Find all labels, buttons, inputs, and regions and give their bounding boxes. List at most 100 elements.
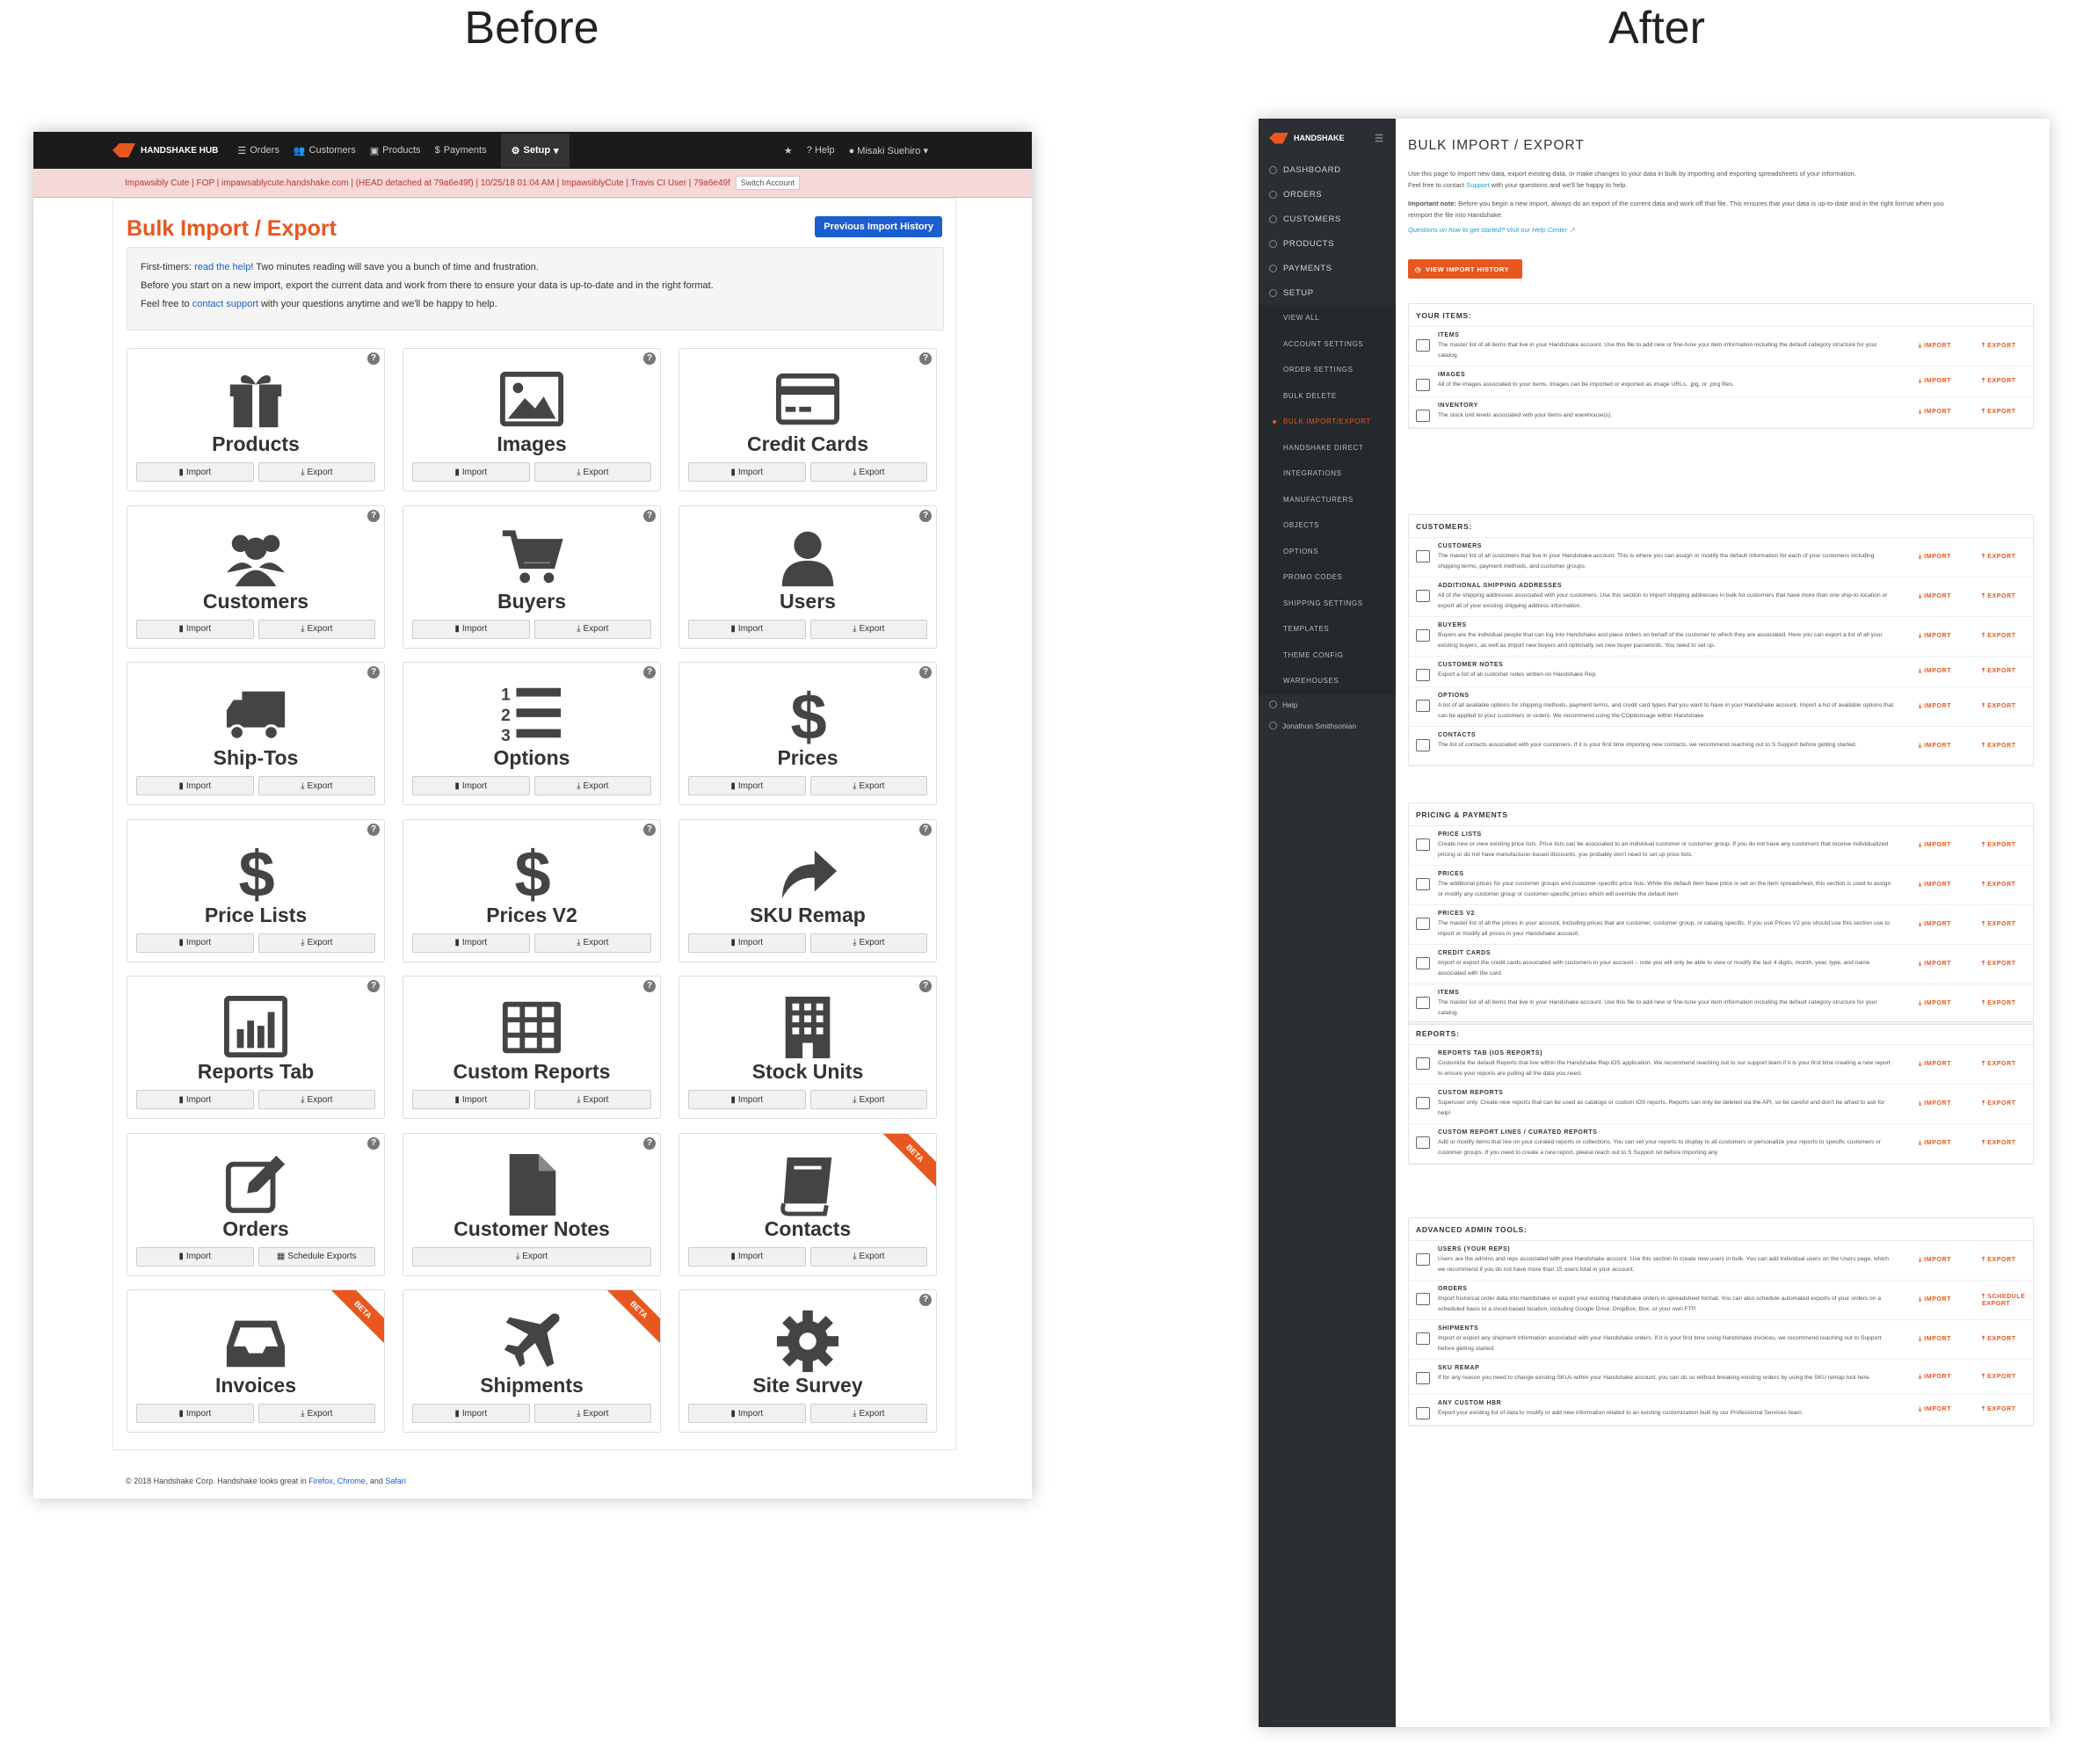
export-button[interactable]: ⤓ Export bbox=[258, 1090, 375, 1109]
sidebar-item-payments[interactable]: PAYMENTS bbox=[1259, 256, 1396, 280]
brand-logo[interactable]: HANDSHAKE ☰ bbox=[1259, 119, 1396, 157]
import-button[interactable]: ▮ Import bbox=[688, 1090, 806, 1109]
export-button[interactable]: ⤓ Export bbox=[809, 933, 927, 953]
sidebar-item-customers[interactable]: CUSTOMERS bbox=[1259, 207, 1396, 231]
help-icon[interactable]: ? bbox=[643, 823, 656, 836]
import-link[interactable]: ⤓ IMPORT bbox=[1919, 743, 1963, 750]
import-button[interactable]: ▮ Import bbox=[412, 462, 530, 482]
nav-payments[interactable]: $ Payments bbox=[435, 145, 487, 156]
star-icon[interactable]: ★ bbox=[784, 145, 793, 156]
sidebar-help[interactable]: Help bbox=[1259, 694, 1396, 715]
export-link[interactable]: ⤒ EXPORT bbox=[1982, 1061, 2026, 1068]
schedule-export-link[interactable]: ⤒ SCHEDULE EXPORT bbox=[1982, 1294, 2026, 1307]
import-button[interactable]: ▮ Import bbox=[412, 1404, 530, 1423]
export-link[interactable]: ⤒ EXPORT bbox=[1982, 409, 2026, 416]
previous-import-history-button[interactable]: Previous Import History bbox=[815, 216, 942, 237]
support-link[interactable]: Support bbox=[1466, 181, 1489, 189]
export-button[interactable]: ⤓ Export bbox=[809, 619, 927, 639]
sidebar-subitem-view-all[interactable]: VIEW ALL bbox=[1259, 305, 1396, 331]
nav-help[interactable]: ? Help bbox=[807, 145, 835, 156]
sidebar-item-dashboard[interactable]: DASHBOARD bbox=[1259, 157, 1396, 182]
help-icon[interactable]: ? bbox=[367, 352, 380, 365]
import-link[interactable]: ⤓ IMPORT bbox=[1919, 343, 1963, 350]
nav-orders[interactable]: ☰ Orders bbox=[237, 145, 279, 156]
switch-account-button[interactable]: Switch Account bbox=[735, 176, 800, 190]
sidebar-subitem-integrations[interactable]: INTEGRATIONS bbox=[1259, 461, 1396, 487]
help-icon[interactable]: ? bbox=[643, 666, 656, 679]
import-link[interactable]: ⤓ IMPORT bbox=[1919, 703, 1963, 710]
export-link[interactable]: ⤒ EXPORT bbox=[1982, 961, 2026, 968]
safari-link[interactable]: Safari bbox=[385, 1477, 406, 1485]
help-icon[interactable]: ? bbox=[919, 1294, 932, 1306]
export-link[interactable]: ⤒ EXPORT bbox=[1982, 1406, 2026, 1413]
export-link[interactable]: ⤒ EXPORT bbox=[1982, 1140, 2026, 1147]
import-button[interactable]: ▮ Import bbox=[136, 619, 254, 639]
export-link[interactable]: ⤒ EXPORT bbox=[1982, 378, 2026, 385]
menu-icon[interactable]: ☰ bbox=[1375, 133, 1383, 144]
import-link[interactable]: ⤓ IMPORT bbox=[1919, 409, 1963, 416]
help-icon[interactable]: ? bbox=[643, 352, 656, 365]
export-link[interactable]: ⤒ EXPORT bbox=[1982, 743, 2026, 750]
export-link[interactable]: ⤒ EXPORT bbox=[1982, 921, 2026, 928]
sidebar-subitem-objects[interactable]: OBJECTS bbox=[1259, 512, 1396, 539]
import-link[interactable]: ⤓ IMPORT bbox=[1919, 882, 1963, 889]
view-import-history-button[interactable]: ◷ VIEW IMPORT HISTORY bbox=[1408, 259, 1522, 279]
import-link[interactable]: ⤓ IMPORT bbox=[1919, 1100, 1963, 1107]
import-button[interactable]: ▮ Import bbox=[688, 462, 806, 482]
help-icon[interactable]: ? bbox=[643, 509, 656, 522]
import-link[interactable]: ⤓ IMPORT bbox=[1919, 1296, 1963, 1303]
export-button[interactable]: ⤓ Export bbox=[809, 1246, 927, 1267]
help-center-link[interactable]: Questions on how to get started? Visit o… bbox=[1408, 224, 1953, 236]
export-button[interactable]: ⤓ Export bbox=[258, 776, 375, 795]
export-link[interactable]: ⤒ EXPORT bbox=[1982, 633, 2026, 640]
export-link[interactable]: ⤒ EXPORT bbox=[1982, 703, 2026, 710]
help-icon[interactable]: ? bbox=[643, 980, 656, 992]
export-button[interactable]: ⤓ Export bbox=[258, 933, 375, 953]
export-link[interactable]: ⤒ EXPORT bbox=[1982, 882, 2026, 889]
sidebar-subitem-promo-codes[interactable]: PROMO CODES bbox=[1259, 564, 1396, 591]
import-link[interactable]: ⤓ IMPORT bbox=[1919, 1336, 1963, 1343]
import-link[interactable]: ⤓ IMPORT bbox=[1919, 961, 1963, 968]
sidebar-item-setup[interactable]: SETUP bbox=[1259, 280, 1396, 305]
firefox-link[interactable]: Firefox bbox=[308, 1477, 333, 1485]
export-button[interactable]: ⤓ Export bbox=[809, 776, 927, 795]
import-button[interactable]: ▮ Import bbox=[412, 1090, 530, 1109]
import-link[interactable]: ⤓ IMPORT bbox=[1919, 378, 1963, 385]
import-button[interactable]: ▮ Import bbox=[688, 1246, 806, 1267]
help-icon[interactable]: ? bbox=[919, 823, 932, 836]
import-button[interactable]: ▮ Import bbox=[688, 1404, 806, 1423]
nav-customers[interactable]: 👥 Customers bbox=[294, 145, 356, 156]
export-link[interactable]: ⤒ EXPORT bbox=[1982, 343, 2026, 350]
sidebar-subitem-shipping-settings[interactable]: SHIPPING SETTINGS bbox=[1259, 590, 1396, 616]
sidebar-subitem-manufacturers[interactable]: MANUFACTURERS bbox=[1259, 486, 1396, 512]
export-link[interactable]: ⤒ EXPORT bbox=[1982, 1374, 2026, 1381]
help-icon[interactable]: ? bbox=[919, 980, 932, 992]
help-icon[interactable]: ? bbox=[919, 666, 932, 679]
sidebar-subitem-order-settings[interactable]: ORDER SETTINGS bbox=[1259, 357, 1396, 383]
export-button[interactable]: ⤓ Export bbox=[533, 1090, 651, 1109]
export-button[interactable]: ⤓ Export bbox=[533, 619, 651, 639]
export-button[interactable]: ⤓ Export bbox=[258, 462, 375, 482]
export-button[interactable]: ⤓ Export bbox=[809, 1404, 927, 1423]
import-button[interactable]: ▮ Import bbox=[412, 933, 530, 953]
export-button[interactable]: ⤓ Export bbox=[412, 1246, 651, 1267]
nav-products[interactable]: ▣ Products bbox=[370, 145, 421, 156]
help-icon[interactable]: ? bbox=[643, 1136, 656, 1150]
sidebar-item-products[interactable]: PRODUCTS bbox=[1259, 231, 1396, 256]
import-link[interactable]: ⤓ IMPORT bbox=[1919, 1257, 1963, 1264]
import-button[interactable]: ▮ Import bbox=[688, 776, 806, 795]
export-button[interactable]: ⤓ Export bbox=[533, 1404, 651, 1423]
import-button[interactable]: ▮ Import bbox=[136, 1404, 254, 1423]
help-icon[interactable]: ? bbox=[367, 666, 380, 679]
export-link[interactable]: ⤒ EXPORT bbox=[1982, 1336, 2026, 1343]
import-button[interactable]: ▮ Import bbox=[688, 933, 806, 953]
import-button[interactable]: ▮ Import bbox=[136, 933, 254, 953]
export-link[interactable]: ⤒ EXPORT bbox=[1982, 668, 2026, 675]
user-menu[interactable]: ● Misaki Suehiro ▾ bbox=[849, 145, 928, 156]
export-link[interactable]: ⤒ EXPORT bbox=[1982, 554, 2026, 561]
help-icon[interactable]: ? bbox=[367, 980, 380, 992]
help-icon[interactable]: ? bbox=[367, 509, 380, 522]
sidebar-subitem-warehouses[interactable]: WAREHOUSES bbox=[1259, 668, 1396, 694]
import-button[interactable]: ▮ Import bbox=[136, 1246, 254, 1267]
import-button[interactable]: ▮ Import bbox=[136, 462, 254, 482]
